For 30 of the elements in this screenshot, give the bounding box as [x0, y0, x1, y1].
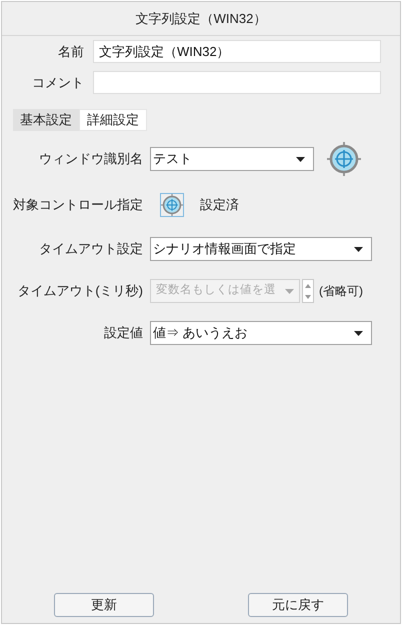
dropdown-select[interactable]: テスト [150, 147, 314, 171]
field-label: タイムアウト設定 [38, 240, 144, 258]
tab[interactable]: 詳細設定 [79, 109, 147, 131]
dropdown-caret-icon [285, 288, 294, 294]
field-label: コメント [31, 74, 84, 92]
dropdown-caret-icon [354, 246, 363, 252]
tab[interactable]: 基本設定 [13, 109, 79, 131]
text-field[interactable] [93, 71, 381, 94]
optional-note: (省略可) [319, 283, 363, 300]
field-label: 設定値 [103, 324, 144, 342]
action-button[interactable]: 元に戻す [248, 593, 348, 617]
action-button[interactable]: 更新 [54, 593, 154, 617]
field-label: タイムアウト(ミリ秒) [16, 282, 144, 300]
text-field[interactable]: 文字列設定（WIN32） [93, 40, 381, 63]
field-label: ウィンドウ識別名 [38, 150, 144, 168]
spinner-control[interactable] [302, 279, 314, 303]
down-arrow-icon [305, 294, 311, 298]
field-label: 名前 [57, 42, 84, 61]
crosshair-target-icon [161, 194, 183, 216]
target-picker-button[interactable] [327, 142, 361, 176]
crosshair-target-icon [327, 142, 361, 176]
dropdown-caret-icon [354, 330, 363, 336]
dropdown-select[interactable]: 値⇒ あいうえお [150, 321, 372, 345]
dropdown-caret-icon [296, 156, 305, 162]
field-label: 対象コントロール指定 [12, 196, 144, 214]
window-title: 文字列設定（WIN32） [136, 10, 266, 28]
status-text: 設定済 [200, 196, 239, 214]
dropdown-select[interactable]: シナリオ情報画面で指定 [150, 237, 372, 261]
up-arrow-icon [305, 284, 311, 288]
target-picker-button[interactable] [160, 193, 184, 217]
